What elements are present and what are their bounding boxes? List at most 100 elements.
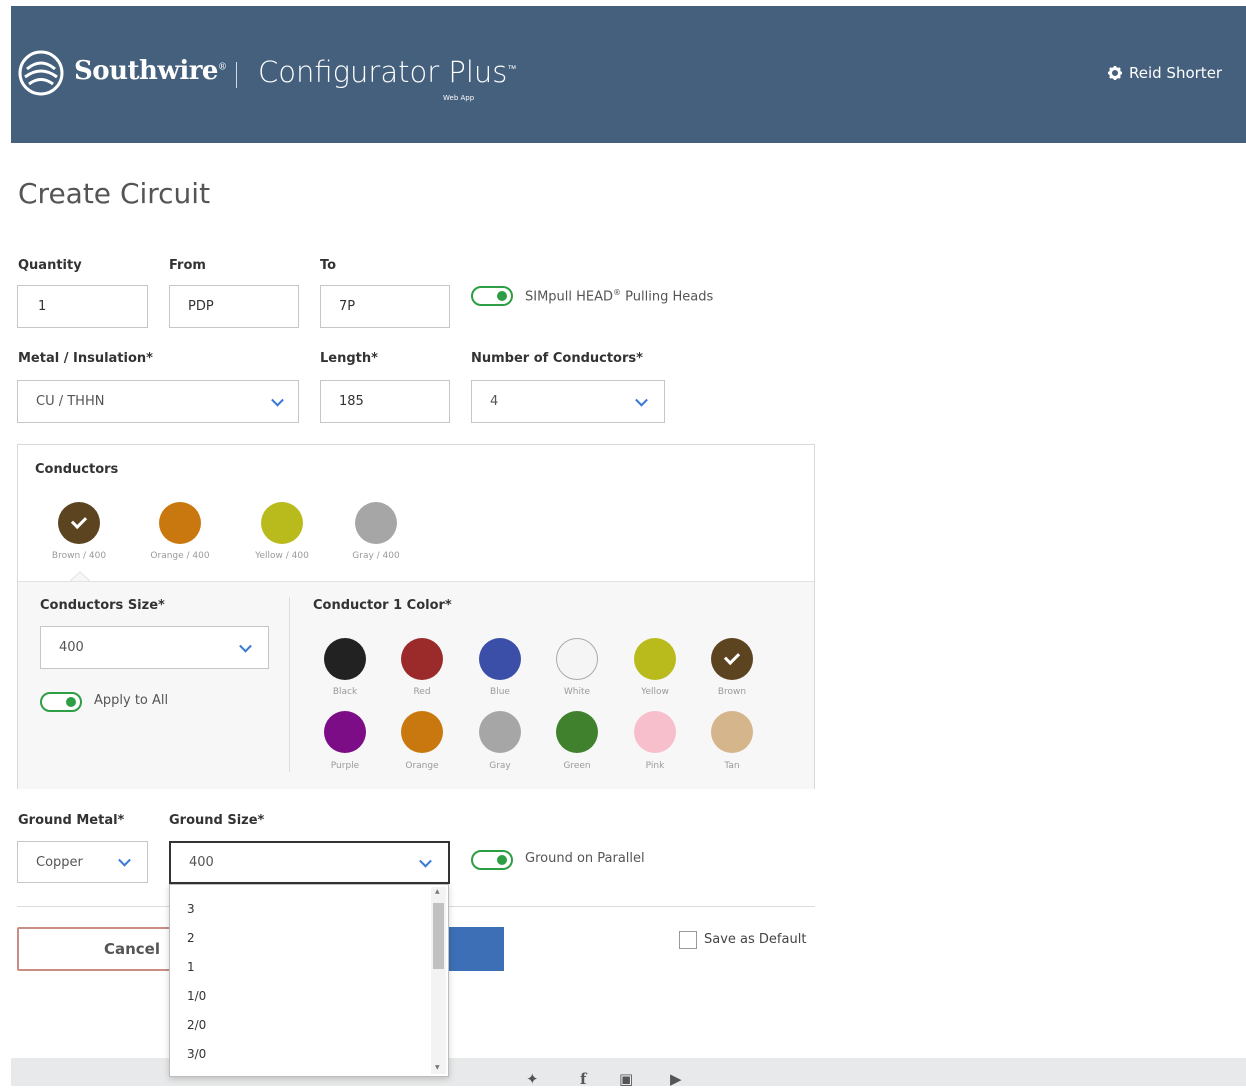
twitter-icon[interactable]: ✦	[526, 1070, 539, 1088]
conductor-color-label: Conductor 1 Color*	[313, 598, 452, 613]
app-subtitle: Web App	[443, 94, 475, 102]
ground-size-select[interactable]: 400	[169, 841, 450, 884]
color-label: Purple	[330, 761, 360, 771]
save-as-default-checkbox[interactable]	[679, 931, 697, 949]
conductors-size-value: 400	[59, 640, 84, 655]
color-purple-swatch[interactable]	[324, 711, 366, 753]
scrollbar-thumb[interactable]	[433, 903, 444, 969]
length-label: Length*	[320, 351, 378, 366]
facebook-icon[interactable]: f	[580, 1070, 586, 1088]
ground-size-value: 400	[189, 855, 214, 870]
apply-to-all-toggle[interactable]	[40, 692, 82, 712]
color-label: Blue	[490, 687, 510, 697]
to-value: 7P	[339, 299, 356, 314]
chevron-down-icon	[118, 853, 131, 867]
quantity-input[interactable]: 1	[17, 285, 148, 328]
metal-insulation-select[interactable]: CU / THHN	[17, 380, 299, 423]
from-label: From	[169, 258, 206, 273]
dropdown-option[interactable]: 2	[187, 931, 195, 945]
ground-metal-select[interactable]: Copper	[17, 841, 148, 883]
metal-insulation-label: Metal / Insulation*	[18, 351, 153, 366]
from-value: PDP	[188, 299, 214, 314]
southwire-logo-icon	[18, 50, 64, 96]
color-blue-swatch[interactable]	[479, 638, 521, 680]
color-label: Yellow	[641, 687, 669, 697]
to-input[interactable]: 7P	[320, 285, 450, 328]
conductor-3-label: Yellow / 400	[255, 551, 309, 561]
chevron-down-icon	[419, 854, 432, 868]
chevron-down-icon	[271, 393, 284, 407]
ground-metal-value: Copper	[36, 854, 83, 870]
color-label: Gray	[489, 761, 511, 771]
conductor-1-label: Brown / 400	[51, 551, 107, 561]
conductor-4-label: Gray / 400	[352, 551, 400, 561]
conductors-size-select[interactable]: 400	[40, 626, 269, 669]
from-input[interactable]: PDP	[169, 285, 299, 328]
num-conductors-value: 4	[490, 394, 499, 409]
pulling-heads-label: SIMpull HEAD® Pulling Heads	[525, 288, 714, 305]
section-divider	[289, 597, 290, 772]
color-black-swatch[interactable]	[324, 638, 366, 680]
num-conductors-select[interactable]: 4	[471, 380, 665, 423]
app-title: Configurator Plus™	[258, 55, 517, 89]
conductor-1-swatch[interactable]	[58, 502, 100, 544]
cancel-button[interactable]: Cancel	[17, 927, 182, 971]
user-menu[interactable]: Reid Shorter	[1108, 64, 1222, 82]
to-label: To	[320, 258, 337, 273]
check-icon	[70, 512, 88, 530]
conductor-4-swatch[interactable]	[355, 502, 397, 544]
length-value: 185	[339, 394, 364, 409]
toggle-knob	[497, 855, 507, 865]
ground-metal-label: Ground Metal*	[18, 813, 125, 828]
chevron-down-icon	[239, 639, 252, 653]
toggle-knob	[497, 291, 507, 301]
gear-icon	[1108, 66, 1122, 80]
num-conductors-label: Number of Conductors*	[471, 351, 643, 366]
color-gray-swatch[interactable]	[479, 711, 521, 753]
ground-size-label: Ground Size*	[169, 813, 265, 828]
length-input[interactable]: 185	[320, 380, 450, 423]
metal-insulation-value: CU / THHN	[36, 394, 105, 409]
user-name: Reid Shorter	[1129, 64, 1223, 82]
color-label: Black	[332, 687, 358, 697]
color-brown-swatch[interactable]	[711, 638, 753, 680]
conductor-2-swatch[interactable]	[159, 502, 201, 544]
color-orange-swatch[interactable]	[401, 711, 443, 753]
color-pink-swatch[interactable]	[634, 711, 676, 753]
color-red-swatch[interactable]	[401, 638, 443, 680]
ground-parallel-label: Ground on Parallel	[525, 851, 645, 866]
quantity-label: Quantity	[18, 258, 82, 273]
check-icon	[723, 648, 741, 666]
scroll-down-icon[interactable]: ▼	[435, 1064, 440, 1071]
conductor-3-swatch[interactable]	[261, 502, 303, 544]
dropdown-option[interactable]: 1/0	[187, 989, 206, 1003]
ground-size-dropdown-list[interactable]	[169, 884, 449, 1077]
color-label: White	[563, 687, 591, 697]
dropdown-option[interactable]: 1	[187, 960, 195, 974]
pulling-heads-toggle[interactable]	[471, 286, 513, 306]
dropdown-option[interactable]: 3	[187, 902, 195, 916]
color-yellow-swatch[interactable]	[634, 638, 676, 680]
scroll-up-icon[interactable]: ▲	[435, 888, 440, 895]
color-label: Pink	[645, 761, 665, 771]
dropdown-option[interactable]: 2/0	[187, 1018, 206, 1032]
apply-to-all-label: Apply to All	[94, 693, 169, 708]
color-green-swatch[interactable]	[556, 711, 598, 753]
save-as-default-label: Save as Default	[704, 932, 807, 947]
color-label: Tan	[724, 761, 740, 771]
color-white-swatch[interactable]	[556, 638, 598, 680]
ground-parallel-toggle[interactable]	[471, 850, 513, 870]
chevron-down-icon	[635, 393, 648, 407]
youtube-icon[interactable]: ▶	[670, 1070, 682, 1088]
color-label: Brown	[717, 687, 747, 697]
conductors-size-label: Conductors Size*	[40, 598, 165, 613]
linkedin-icon[interactable]: ▣	[619, 1070, 633, 1088]
page-title: Create Circuit	[18, 177, 211, 210]
color-tan-swatch[interactable]	[711, 711, 753, 753]
color-label: Green	[563, 761, 591, 771]
toggle-knob	[66, 697, 76, 707]
quantity-value: 1	[38, 299, 47, 314]
brand-name: Southwire®	[74, 56, 227, 86]
dropdown-option[interactable]: 3/0	[187, 1047, 206, 1061]
color-label: Red	[413, 687, 431, 697]
